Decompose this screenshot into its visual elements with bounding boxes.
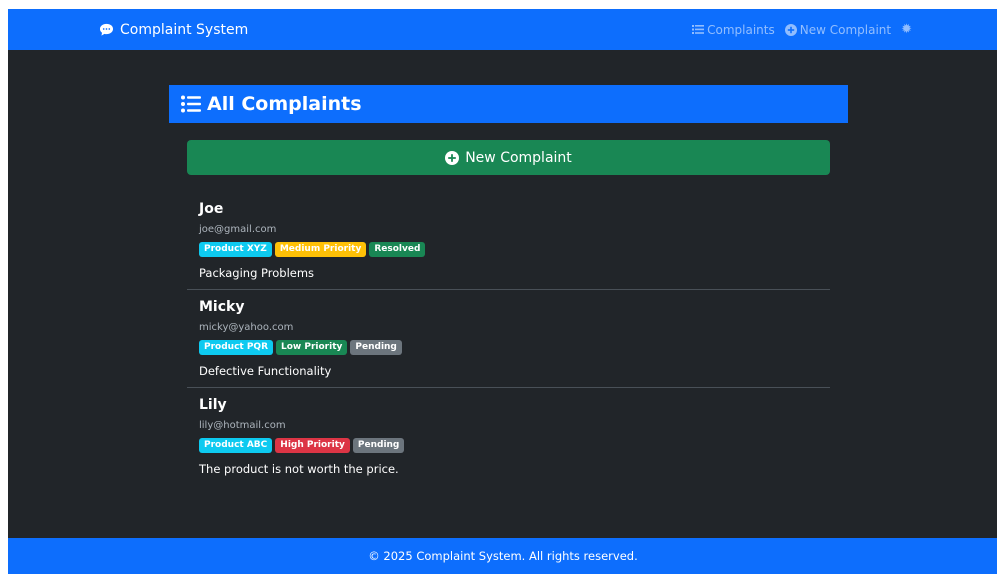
list-icon bbox=[181, 95, 201, 113]
complaint-item[interactable]: Joe joe@gmail.com Product XYZ Medium Pri… bbox=[187, 192, 830, 290]
complaint-badges: Product ABC High Priority Pending bbox=[199, 438, 818, 453]
app-frame: Complaint System Complaints New Complain… bbox=[8, 9, 997, 574]
complaint-email: micky@yahoo.com bbox=[199, 322, 294, 333]
complaint-name: Micky bbox=[199, 299, 245, 315]
complaint-name: Lily bbox=[199, 397, 227, 413]
status-badge: Pending bbox=[350, 340, 402, 355]
gear-icon: ✹ bbox=[901, 22, 912, 37]
nav-link-label: New Complaint bbox=[799, 22, 892, 37]
page-title-bar: All Complaints bbox=[169, 85, 848, 123]
product-badge: Product PQR bbox=[199, 340, 274, 355]
new-complaint-label: New Complaint bbox=[465, 149, 572, 166]
complaint-badges: Product PQR Low Priority Pending bbox=[199, 340, 818, 355]
new-complaint-button[interactable]: New Complaint bbox=[187, 140, 830, 175]
chat-bubble-icon bbox=[99, 23, 114, 37]
footer: © 2025 Complaint System. All rights rese… bbox=[8, 538, 997, 574]
complaint-email: lily@hotmail.com bbox=[199, 420, 286, 431]
status-badge: Pending bbox=[352, 438, 405, 453]
status-badge: Resolved bbox=[369, 242, 426, 257]
complaint-badges: Product XYZ Medium Priority Resolved bbox=[199, 242, 818, 257]
complaint-description: Defective Functionality bbox=[199, 364, 332, 378]
list-icon bbox=[692, 24, 705, 35]
page-title: All Complaints bbox=[207, 93, 362, 115]
complaint-description: The product is not worth the price. bbox=[199, 462, 399, 476]
complaint-list: Joe joe@gmail.com Product XYZ Medium Pri… bbox=[187, 192, 830, 486]
priority-badge: High Priority bbox=[275, 438, 350, 453]
complaint-item[interactable]: Lily lily@hotmail.com Product ABC High P… bbox=[187, 388, 830, 486]
brand[interactable]: Complaint System bbox=[99, 9, 248, 50]
complaint-description: Packaging Problems bbox=[199, 266, 315, 280]
nav-link-label: Complaints bbox=[707, 22, 775, 37]
complaint-item[interactable]: Micky micky@yahoo.com Product PQR Low Pr… bbox=[187, 290, 830, 388]
nav-link-complaints[interactable]: Complaints bbox=[692, 23, 775, 37]
priority-badge: Medium Priority bbox=[274, 242, 367, 257]
navbar: Complaint System Complaints New Complain… bbox=[8, 9, 997, 50]
brand-label: Complaint System bbox=[120, 21, 249, 38]
settings-button[interactable]: ✹ bbox=[901, 22, 912, 37]
priority-badge: Low Priority bbox=[276, 340, 348, 355]
nav-links: Complaints New Complaint ✹ bbox=[692, 9, 912, 50]
plus-circle-icon bbox=[784, 23, 797, 36]
footer-text: © 2025 Complaint System. All rights rese… bbox=[368, 549, 638, 563]
complaint-name: Joe bbox=[199, 201, 224, 217]
product-badge: Product ABC bbox=[199, 438, 273, 453]
product-badge: Product XYZ bbox=[199, 242, 272, 257]
plus-circle-icon bbox=[445, 150, 460, 165]
complaint-email: joe@gmail.com bbox=[199, 224, 277, 235]
nav-link-new-complaint[interactable]: New Complaint bbox=[784, 22, 892, 37]
